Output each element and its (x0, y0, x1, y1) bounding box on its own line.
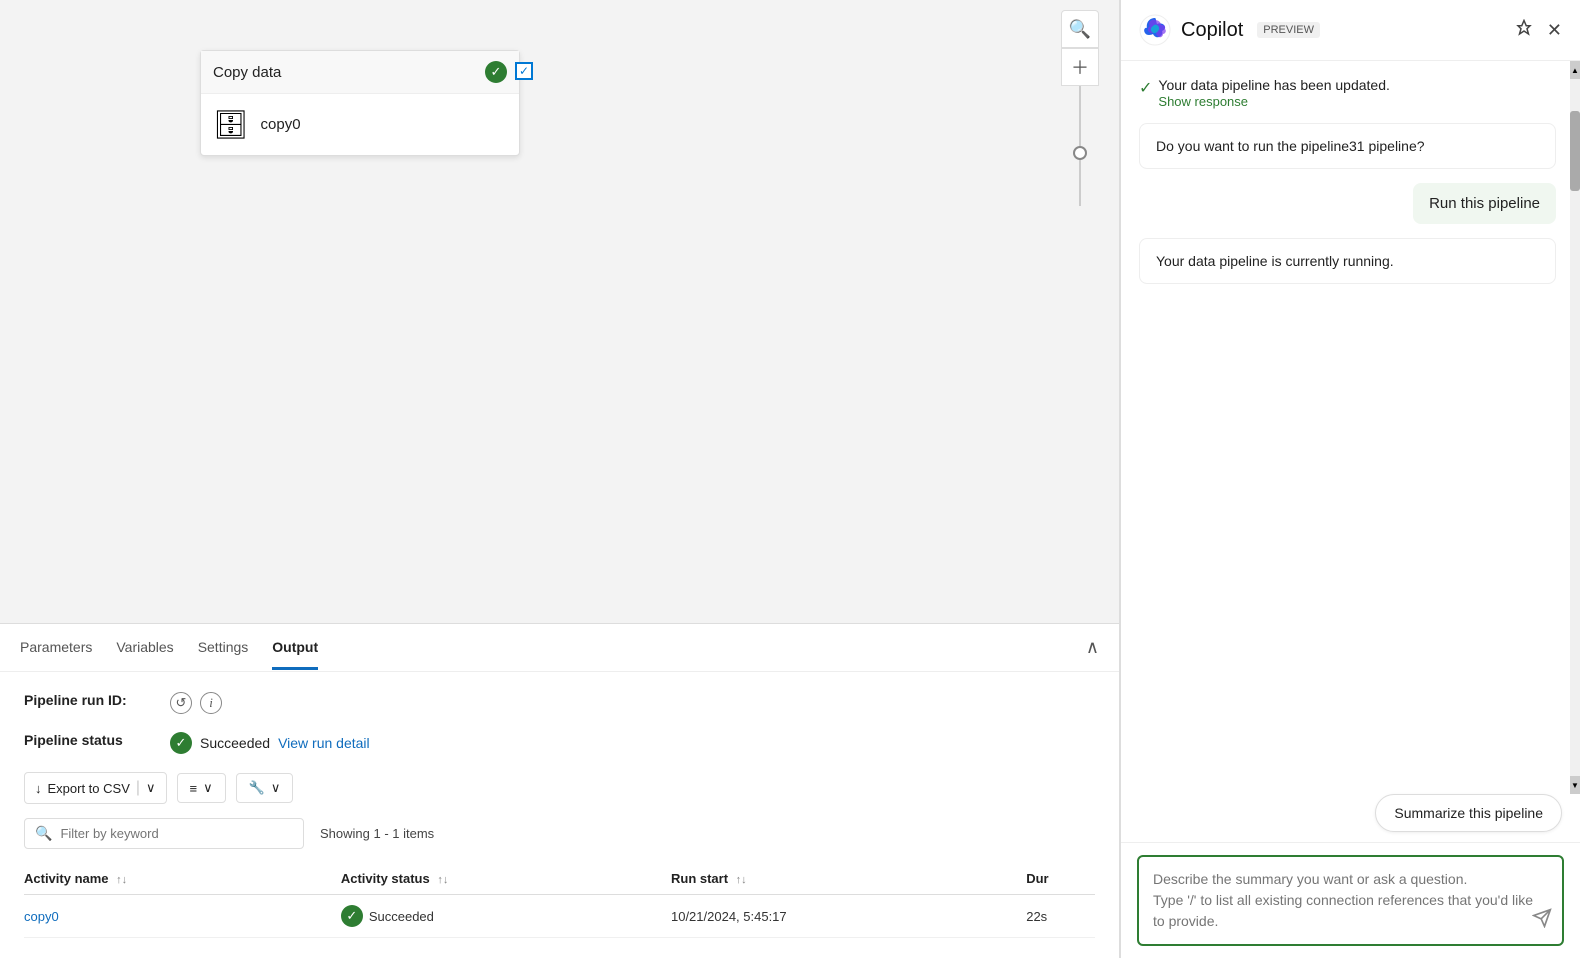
chat-textarea[interactable] (1153, 869, 1548, 929)
col-run-start: Run start ↑↓ (671, 863, 1026, 895)
preview-badge: PREVIEW (1257, 22, 1320, 38)
show-response-link[interactable]: Show response (1158, 94, 1248, 109)
header-actions: ✕ (1515, 19, 1562, 42)
cell-activity-name: copy0 (24, 895, 341, 938)
scroll-down-btn[interactable]: ▼ (1570, 776, 1580, 794)
pipeline-run-id-label: Pipeline run ID: (24, 692, 154, 708)
activity-card-title: Copy data (213, 64, 281, 81)
pipeline-status-label: Pipeline status (24, 732, 154, 748)
pipeline-run-id-row: Pipeline run ID: ↺ i (24, 692, 1095, 714)
search-icon: 🔍 (35, 825, 52, 842)
chat-area: ▲ ▼ ✓ Your data pipeline has been update… (1121, 61, 1580, 794)
table-row: copy0 ✓ Succeeded 10/21/2024, 5:45:17 22… (24, 895, 1095, 938)
filter-btn[interactable]: ≡ ∨ (177, 773, 226, 803)
zoom-in-btn[interactable]: ＋ (1061, 48, 1099, 86)
sort-icon-activity[interactable]: ↑↓ (116, 874, 127, 886)
user-response-bubble: Run this pipeline (1413, 183, 1556, 224)
toolbar-row: ↓ Export to CSV | ∨ ≡ ∨ 🔧 ∨ (24, 772, 1095, 804)
export-csv-btn[interactable]: ↓ Export to CSV | ∨ (24, 772, 167, 804)
output-table: Activity name ↑↓ Activity status ↑↓ Run … (24, 863, 1095, 938)
chat-input-area (1121, 842, 1580, 958)
bot-question-bubble: Do you want to run the pipeline31 pipeli… (1139, 123, 1556, 169)
activity-card-header: Copy data ✓ (201, 51, 519, 94)
pin-icon-btn[interactable] (1515, 19, 1533, 42)
col-duration: Dur (1026, 863, 1095, 895)
search-zoom-btn[interactable]: 🔍 (1061, 10, 1099, 48)
output-content: Pipeline run ID: ↺ i Pipeline status ✓ S… (0, 672, 1119, 958)
summarize-pipeline-btn[interactable]: Summarize this pipeline (1375, 794, 1562, 832)
settings-wrench-btn[interactable]: 🔧 ∨ (236, 773, 294, 803)
zoom-thumb[interactable] (1073, 146, 1087, 160)
database-icon: 🗄 (213, 108, 249, 141)
row-success-icon: ✓ (341, 905, 363, 927)
activity-name-link[interactable]: copy0 (24, 909, 59, 924)
col-activity-status: Activity status ↑↓ (341, 863, 671, 895)
search-row: 🔍 Showing 1 - 1 items (24, 818, 1095, 849)
activity-card[interactable]: Copy data ✓ 🗄 copy0 (200, 50, 520, 156)
wrench-chevron-icon: ∨ (271, 780, 281, 796)
check-circle-icon: ✓ (1139, 78, 1152, 98)
tab-variables[interactable]: Variables (116, 625, 173, 670)
selection-checkbox[interactable]: ✓ (515, 62, 533, 80)
sort-icon-run-start[interactable]: ↑↓ (736, 874, 747, 886)
cell-duration: 22s (1026, 895, 1095, 938)
scroll-track: ▲ ▼ (1570, 61, 1580, 794)
output-panel: Parameters Variables Settings Output ∧ P… (0, 623, 1119, 958)
divider: | (136, 779, 140, 797)
activity-card-body: 🗄 copy0 (201, 94, 519, 155)
zoom-track (1079, 86, 1081, 206)
cell-activity-status: ✓ Succeeded (341, 895, 671, 938)
showing-count: Showing 1 - 1 items (320, 826, 434, 841)
bot-running-bubble: Your data pipeline is currently running. (1139, 238, 1556, 284)
row-success-badge: ✓ Succeeded (341, 905, 671, 927)
bot-running-text: Your data pipeline is currently running. (1156, 253, 1394, 269)
export-csv-label: Export to CSV (48, 781, 130, 796)
filter-lines-icon: ≡ (190, 781, 198, 796)
chat-input-box[interactable] (1137, 855, 1564, 946)
copilot-logo-area: Copilot PREVIEW (1139, 14, 1320, 46)
tabs-row: Parameters Variables Settings Output ∧ (0, 624, 1119, 672)
send-btn[interactable] (1532, 908, 1552, 934)
sort-icon-status[interactable]: ↑↓ (437, 874, 448, 886)
canvas-area: 🔍 ＋ Copy data ✓ 🗄 copy0 ✓ (0, 0, 1119, 623)
download-icon: ↓ (35, 781, 42, 796)
copilot-logo-icon (1139, 14, 1171, 46)
view-run-detail-link[interactable]: View run detail (278, 735, 370, 751)
status-success-icon: ✓ (170, 732, 192, 754)
pipeline-updated-text: Your data pipeline has been updated. (1158, 77, 1389, 93)
tabs-list: Parameters Variables Settings Output (20, 625, 318, 670)
pipeline-updated-msg: ✓ Your data pipeline has been updated. S… (1139, 77, 1556, 109)
success-check-icon: ✓ (485, 61, 507, 83)
copilot-header: Copilot PREVIEW ✕ (1121, 0, 1580, 61)
tab-output[interactable]: Output (272, 625, 318, 670)
wrench-icon: 🔧 (249, 780, 265, 796)
cell-run-start: 10/21/2024, 5:45:17 (671, 895, 1026, 938)
user-response-text: Run this pipeline (1429, 195, 1540, 212)
collapse-panel-btn[interactable]: ∧ (1086, 637, 1099, 658)
left-panel: 🔍 ＋ Copy data ✓ 🗄 copy0 ✓ Parameters (0, 0, 1120, 958)
scroll-thumb[interactable] (1570, 111, 1580, 191)
pipeline-run-id-value: ↺ i (170, 692, 222, 714)
pipeline-status-value: ✓ Succeeded View run detail (170, 732, 370, 754)
chevron-down-icon: ∨ (146, 780, 156, 796)
pipeline-status-row: Pipeline status ✓ Succeeded View run det… (24, 732, 1095, 754)
row-status-text: Succeeded (369, 909, 434, 924)
search-input[interactable] (60, 826, 293, 841)
scroll-up-btn[interactable]: ▲ (1570, 61, 1580, 79)
status-badge: Succeeded (200, 735, 270, 751)
activity-node-name: copy0 (261, 116, 301, 133)
info-icon[interactable]: i (200, 692, 222, 714)
filter-chevron-icon: ∨ (203, 780, 213, 796)
tab-settings[interactable]: Settings (198, 625, 249, 670)
refresh-icon[interactable]: ↺ (170, 692, 192, 714)
suggested-actions: Summarize this pipeline (1121, 794, 1580, 842)
copilot-title: Copilot (1181, 19, 1243, 42)
zoom-controls: 🔍 ＋ (1061, 10, 1099, 206)
close-icon-btn[interactable]: ✕ (1547, 20, 1562, 41)
search-input-wrap[interactable]: 🔍 (24, 818, 304, 849)
col-activity-name: Activity name ↑↓ (24, 863, 341, 895)
copilot-panel: Copilot PREVIEW ✕ ▲ ▼ ✓ Your data pipeli… (1120, 0, 1580, 958)
bot-question-text: Do you want to run the pipeline31 pipeli… (1156, 138, 1425, 154)
tab-parameters[interactable]: Parameters (20, 625, 92, 670)
